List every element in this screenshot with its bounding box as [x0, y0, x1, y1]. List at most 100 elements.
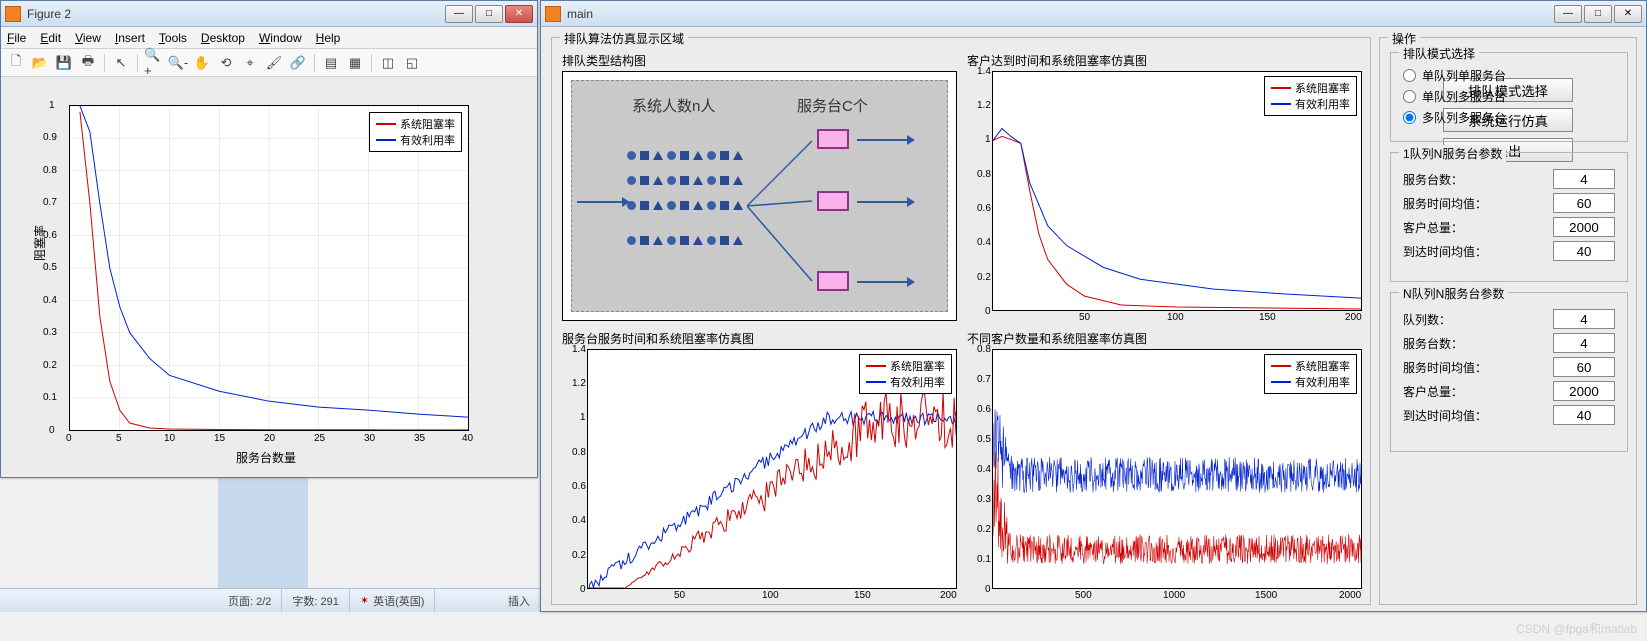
group1-title: 1队列N服务台参数: [1399, 145, 1506, 162]
input-g1-cust[interactable]: [1553, 217, 1615, 237]
minimize-button[interactable]: —: [445, 5, 473, 23]
panel-customer-block: 不同客户数量和系统阻塞率仿真图 系统阻塞率 有效利用率 0.80.7 0.60.…: [967, 330, 1362, 600]
figure-titlebar[interactable]: Figure 2 — □ ✕: [1, 1, 537, 27]
print-icon[interactable]: 🖶: [77, 52, 99, 74]
input-g1-servers[interactable]: [1553, 169, 1615, 189]
brush-icon[interactable]: 🖌: [263, 52, 285, 74]
radio-single-single[interactable]: [1403, 69, 1416, 82]
ytick: 0.6: [43, 230, 57, 241]
input-g2-cust[interactable]: [1553, 381, 1615, 401]
input-g1-svctime[interactable]: [1553, 193, 1615, 213]
menu-edit[interactable]: Edit: [40, 31, 61, 45]
panel4-title: 不同客户数量和系统阻塞率仿真图: [967, 330, 1362, 347]
arrow-icon: [577, 201, 622, 203]
separator: [104, 54, 105, 72]
figure-legend[interactable]: 系统阻塞率 有效利用率: [369, 112, 462, 152]
mode-select-group: 排队模式选择 单队列单服务台 单队列多服务台 多队列多服务台: [1390, 52, 1628, 142]
panel-arrival-block: 客户达到时间和系统阻塞率仿真图 系统阻塞率 有效利用率 1.41.2 10.8 …: [967, 52, 1362, 322]
ytick: 0.5: [43, 262, 57, 273]
word-status-bar: 页面: 2/2 字数: 291 ✶英语(英国) 插入: [0, 588, 540, 612]
panel4-axes[interactable]: 系统阻塞率 有效利用率: [992, 349, 1362, 589]
queue-diagram: 系统人数n人 服务台C个: [571, 80, 948, 312]
xtick: 5: [116, 433, 122, 444]
pan-icon[interactable]: ✋: [191, 52, 213, 74]
radio-multi-multi[interactable]: [1403, 111, 1416, 124]
zoom-out-icon[interactable]: 🔍-: [167, 52, 189, 74]
menu-file[interactable]: File: [7, 31, 26, 45]
input-g2-queues[interactable]: [1553, 309, 1615, 329]
status-lang[interactable]: ✶英语(英国): [350, 589, 436, 612]
figure-axes[interactable]: 系统阻塞率 有效利用率: [69, 105, 469, 431]
mode-group-title: 排队模式选择: [1399, 45, 1479, 62]
panel2-legend[interactable]: 系统阻塞率 有效利用率: [1264, 76, 1357, 116]
status-insert[interactable]: 插入: [498, 589, 540, 612]
pointer-icon[interactable]: ↖: [110, 52, 132, 74]
sim-display-group: 排队算法仿真显示区域 排队类型结构图 系统人数n人 服务台C个: [551, 37, 1371, 605]
colorbar-icon[interactable]: ▤: [320, 52, 342, 74]
xtick: 10: [164, 433, 175, 444]
panel3-axes[interactable]: 系统阻塞率 有效利用率: [587, 349, 957, 589]
xtick: 20: [264, 433, 275, 444]
radio-single-multi[interactable]: [1403, 90, 1416, 103]
minimize-button[interactable]: —: [1554, 5, 1582, 23]
legend-red: 系统阻塞率: [400, 116, 455, 132]
watermark: CSDN @fpga和matlab: [1516, 620, 1637, 637]
arrow-icon: [857, 281, 907, 283]
group-1n: 1队列N服务台参数 服务台数： 服务时间均值： 客户总量： 到达时间均值：: [1390, 152, 1628, 282]
status-page[interactable]: 页面: 2/2: [218, 589, 282, 612]
menu-help[interactable]: Help: [316, 31, 341, 45]
sim-group-title: 排队算法仿真显示区域: [560, 30, 688, 47]
dock-icon[interactable]: ◫: [377, 52, 399, 74]
ytick: 0: [49, 425, 55, 436]
ytick: 0.2: [43, 360, 57, 371]
xtick: 15: [214, 433, 225, 444]
maximize-button[interactable]: □: [475, 5, 503, 23]
data-cursor-icon[interactable]: ⌖: [239, 52, 261, 74]
panel2-title: 客户达到时间和系统阻塞率仿真图: [967, 52, 1362, 69]
save-icon[interactable]: 💾: [53, 52, 75, 74]
panel1-title: 排队类型结构图: [562, 52, 957, 69]
xtick: 25: [314, 433, 325, 444]
ytick: 0.4: [43, 295, 57, 306]
menu-view[interactable]: View: [75, 31, 101, 45]
input-g2-arrtime[interactable]: [1553, 405, 1615, 425]
zoom-in-icon[interactable]: 🔍+: [143, 52, 165, 74]
panel4-legend[interactable]: 系统阻塞率 有效利用率: [1264, 354, 1357, 394]
menu-window[interactable]: Window: [259, 31, 302, 45]
menu-tools[interactable]: Tools: [159, 31, 187, 45]
figure-toolbar: 🗋 📂 💾 🖶 ↖ 🔍+ 🔍- ✋ ⟲ ⌖ 🖌 🔗 ▤ ▦ ◫ ◱: [1, 49, 537, 77]
xtick: 35: [414, 433, 425, 444]
maximize-button[interactable]: □: [1584, 5, 1612, 23]
undock-icon[interactable]: ◱: [401, 52, 423, 74]
main-titlebar[interactable]: main — □ ✕: [541, 1, 1646, 27]
panel-queue-structure: 排队类型结构图 系统人数n人 服务台C个: [562, 52, 957, 322]
xtick: 30: [364, 433, 375, 444]
menu-insert[interactable]: Insert: [115, 31, 145, 45]
new-icon[interactable]: 🗋: [5, 52, 27, 74]
arrow-icon: [857, 201, 907, 203]
ytick: 0.3: [43, 327, 57, 338]
input-g1-arrtime[interactable]: [1553, 241, 1615, 261]
rotate-icon[interactable]: ⟲: [215, 52, 237, 74]
diagram-servers-text: 服务台C个: [797, 95, 868, 116]
status-chars[interactable]: 字数: 291: [282, 589, 349, 612]
input-g2-svctime[interactable]: [1553, 357, 1615, 377]
panel3-legend[interactable]: 系统阻塞率 有效利用率: [859, 354, 952, 394]
arrow-icon: [857, 139, 907, 141]
main-window: main — □ ✕ 排队算法仿真显示区域 排队类型结构图 系统人数n人 服务台…: [540, 0, 1647, 612]
server-box: [817, 191, 849, 211]
ytick: 0.8: [43, 165, 57, 176]
open-icon[interactable]: 📂: [29, 52, 51, 74]
background-doc-strip: [218, 478, 308, 588]
panel2-axes[interactable]: 系统阻塞率 有效利用率: [992, 71, 1362, 311]
panel3-title: 服务台服务时间和系统阻塞率仿真图: [562, 330, 957, 347]
group2-title: N队列N服务台参数: [1399, 285, 1508, 302]
link-icon[interactable]: 🔗: [287, 52, 309, 74]
separator: [371, 54, 372, 72]
close-button[interactable]: ✕: [505, 5, 533, 23]
menu-desktop[interactable]: Desktop: [201, 31, 245, 45]
close-button[interactable]: ✕: [1614, 5, 1642, 23]
input-g2-servers[interactable]: [1553, 333, 1615, 353]
legend-icon[interactable]: ▦: [344, 52, 366, 74]
xtick: 0: [66, 433, 72, 444]
